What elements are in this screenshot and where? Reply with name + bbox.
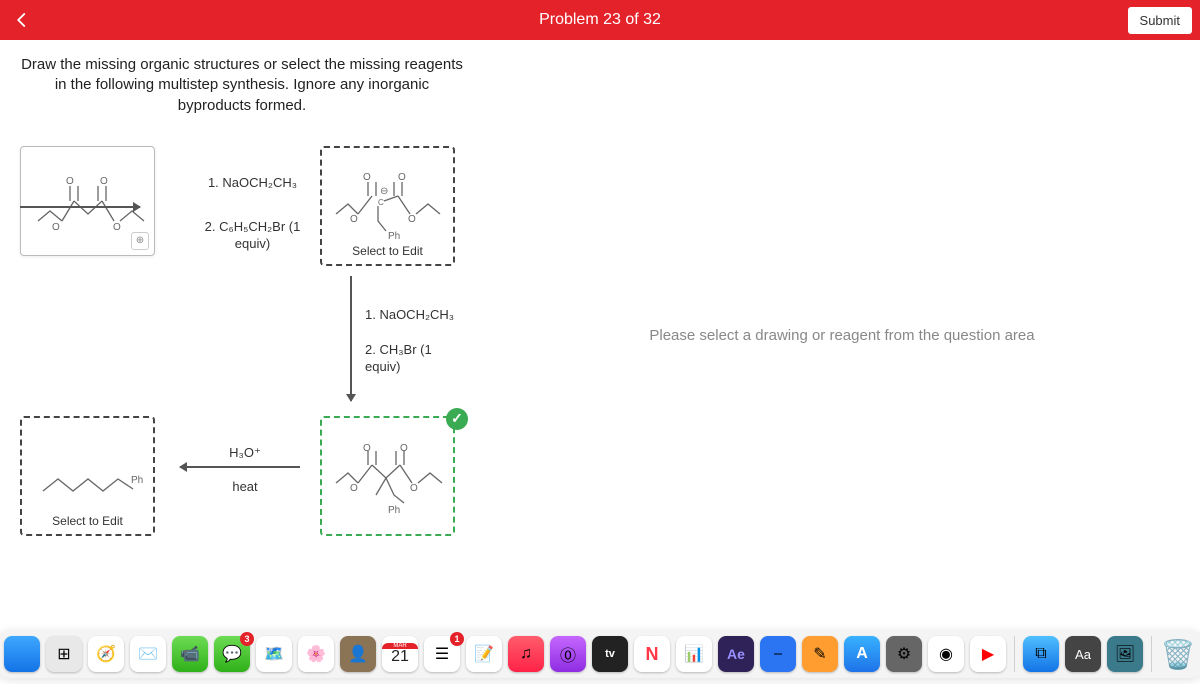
editor-placeholder-text: Please select a drawing or reagent from … xyxy=(649,327,1034,344)
calendar-day: 21 xyxy=(391,649,409,665)
molecule-product-icon: Ph xyxy=(28,441,148,511)
dock-item-calendar[interactable]: MAR21 xyxy=(382,636,418,672)
submit-button[interactable]: Submit xyxy=(1128,7,1192,34)
reaction-arrow-1 xyxy=(20,206,140,208)
reagent-step1-line2: 2. C₆H₅CH₂Br (1 equiv) xyxy=(190,218,315,253)
dock-item-safari[interactable]: 🧭 xyxy=(88,636,124,672)
molecule-methyl-benzyl-malonate-icon: OO O O Ph xyxy=(328,433,448,518)
zoom-icon[interactable]: ⊕ xyxy=(131,232,149,250)
dock-item-chrome[interactable]: ◉ xyxy=(928,636,964,672)
editor-panel: Please select a drawing or reagent from … xyxy=(484,40,1200,630)
svg-text:Ph: Ph xyxy=(388,505,400,516)
svg-text:O: O xyxy=(408,214,416,225)
dock-item-after-effects[interactable]: Ae xyxy=(718,636,754,672)
dock-item-contacts[interactable]: 👤 xyxy=(340,636,376,672)
dock-item-photos[interactable]: 🌸 xyxy=(298,636,334,672)
question-panel: Draw the missing organic structures or s… xyxy=(0,40,484,630)
svg-text:O: O xyxy=(410,483,418,494)
svg-text:Ph: Ph xyxy=(131,475,143,486)
dock-item-settings[interactable]: ⚙ xyxy=(886,636,922,672)
svg-text:O: O xyxy=(363,172,371,183)
dock-item-notes[interactable]: 📝 xyxy=(466,636,502,672)
svg-text:O: O xyxy=(363,443,371,454)
dock-item-numbers[interactable]: 📊 xyxy=(676,636,712,672)
svg-text:O: O xyxy=(350,483,358,494)
structure-intermediate-1[interactable]: O O ⊖ O C O Ph Select to Edit xyxy=(320,146,455,266)
reagent-step1-line1: 1. NaOCH₂CH₃ xyxy=(190,174,315,192)
dock-item-podcasts[interactable]: ⓪ xyxy=(550,636,586,672)
reaction-arrow-2 xyxy=(350,276,352,401)
reagent-step3-line1: H₃O⁺ xyxy=(215,444,275,462)
question-text: Draw the missing organic structures or s… xyxy=(20,55,464,116)
svg-text:O: O xyxy=(350,214,358,225)
dock-item-reminders[interactable]: ☰1 xyxy=(424,636,460,672)
dock-separator xyxy=(1014,636,1015,672)
synthesis-diagram: O O O O ⊕ 1. NaOCH₂CH₃ 2. C₆H₅CH₂Br (1 eq… xyxy=(20,146,480,576)
dock-item-news[interactable]: N xyxy=(634,636,670,672)
checkmark-icon: ✓ xyxy=(446,408,468,430)
svg-text:O: O xyxy=(398,172,406,183)
structure-product[interactable]: Ph Select to Edit xyxy=(20,416,155,536)
dock-item-tv[interactable]: tv xyxy=(592,636,628,672)
dock: ⊞🧭✉️📹💬3🗺️🌸👤MAR21☰1📝♫⓪tvN📊Ae⎯✎A⚙◉▶ ⧉Aa🖼 🗑️ xyxy=(0,630,1200,678)
svg-text:C: C xyxy=(378,198,384,207)
dock-item-appstore[interactable]: A xyxy=(844,636,880,672)
dock-item-screensharing[interactable]: ⧉ xyxy=(1023,636,1059,672)
structure-intermediate-2[interactable]: OO O O Ph xyxy=(320,416,455,536)
dock-item-trash[interactable]: 🗑️ xyxy=(1160,636,1196,672)
dock-item-keynote[interactable]: ⎯ xyxy=(760,636,796,672)
molecule-benzyl-malonate-icon: O O ⊖ O C O Ph xyxy=(328,166,448,246)
body: Draw the missing organic structures or s… xyxy=(0,40,1200,630)
svg-text:⊖: ⊖ xyxy=(380,186,388,197)
page-title: Problem 23 of 32 xyxy=(539,11,661,29)
dock-separator-2 xyxy=(1151,636,1152,672)
header: Problem 23 of 32 Submit xyxy=(0,0,1200,40)
reagent-step2-line1: 1. NaOCH₂CH₃ xyxy=(365,306,454,324)
dock-item-youtube[interactable]: ▶ xyxy=(970,636,1006,672)
molecule-malonate-icon: O O O O xyxy=(28,166,148,236)
svg-text:O: O xyxy=(100,176,108,187)
badge: 3 xyxy=(240,632,254,646)
badge: 1 xyxy=(450,632,464,646)
svg-text:O: O xyxy=(66,176,74,187)
select-to-edit-label-2: Select to Edit xyxy=(22,514,153,528)
dock-item-messages[interactable]: 💬3 xyxy=(214,636,250,672)
reagent-step2-line2: 2. CH₃Br (1 equiv) xyxy=(365,341,450,376)
arrow-left-icon xyxy=(13,11,31,29)
dock-item-launchpad[interactable]: ⊞ xyxy=(46,636,82,672)
dock-item-pages[interactable]: ✎ xyxy=(802,636,838,672)
dock-item-music[interactable]: ♫ xyxy=(508,636,544,672)
dock-item-finder[interactable] xyxy=(4,636,40,672)
dock-item-facetime[interactable]: 📹 xyxy=(172,636,208,672)
dock-item-mail[interactable]: ✉️ xyxy=(130,636,166,672)
svg-text:O: O xyxy=(52,222,60,233)
dock-item-font-book[interactable]: Aa xyxy=(1065,636,1101,672)
dock-item-preview[interactable]: 🖼 xyxy=(1107,636,1143,672)
svg-text:O: O xyxy=(113,222,121,233)
dock-item-maps[interactable]: 🗺️ xyxy=(256,636,292,672)
back-button[interactable] xyxy=(10,8,34,32)
structure-start[interactable]: O O O O ⊕ xyxy=(20,146,155,256)
svg-text:Ph: Ph xyxy=(388,231,400,242)
reaction-arrow-3 xyxy=(180,466,300,468)
reagent-step3-line2: heat xyxy=(215,478,275,496)
select-to-edit-label-1: Select to Edit xyxy=(322,244,453,258)
